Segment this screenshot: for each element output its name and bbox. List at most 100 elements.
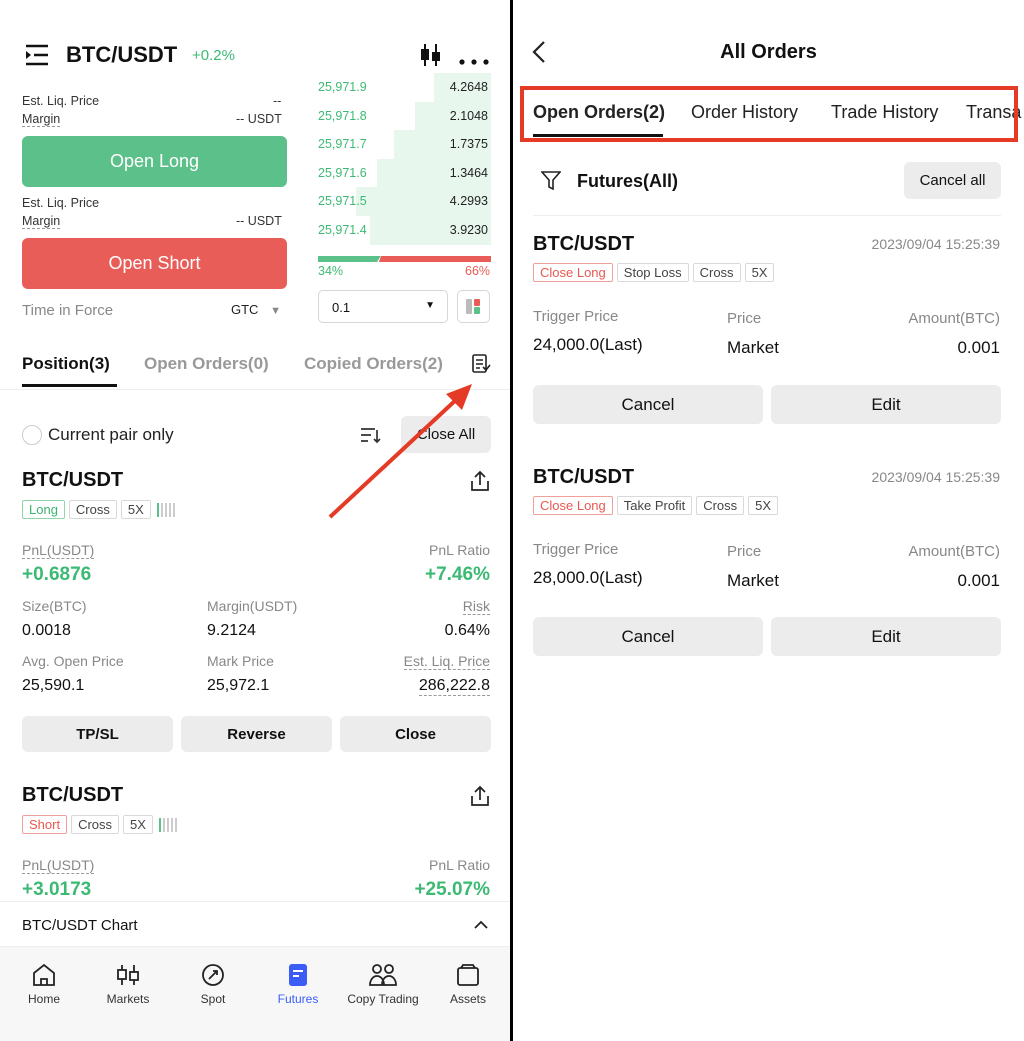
orderbook-quantity: 1.3464 (449, 165, 488, 180)
nav-futures[interactable]: Futures (263, 962, 333, 1006)
position-margin-label: Margin(USDT) (207, 598, 298, 614)
menu-icon[interactable] (24, 44, 50, 71)
price-label: Price (727, 543, 762, 560)
chart-bar[interactable]: BTC/USDT Chart (0, 901, 510, 947)
precision-select[interactable]: 0.1 ▼ (318, 290, 448, 323)
tpsl-button[interactable]: TP/SL (22, 716, 173, 752)
orderbook-row[interactable]: 25,971.4 3.9230 (318, 216, 491, 245)
caret-down-icon: ▼ (425, 300, 435, 311)
avg-open-label: Avg. Open Price (22, 653, 124, 669)
leverage-tag: 5X (744, 263, 775, 282)
nav-copy-trading-label: Copy Trading (347, 992, 419, 1006)
nav-assets[interactable]: Assets (433, 962, 503, 1006)
mark-price-label: Mark Price (207, 653, 274, 669)
orderbook-price: 25,971.9 (318, 80, 367, 94)
amount-value: 0.001 (957, 571, 1000, 590)
pnl-label: PnL(USDT) (22, 857, 95, 874)
size-value: 0.0018 (22, 622, 71, 639)
position-pair: BTC/USDT (22, 784, 124, 806)
tab-active-indicator (22, 384, 117, 387)
mark-price-value: 25,972.1 (207, 677, 270, 694)
price-value: Market (727, 571, 779, 590)
candlestick-icon[interactable] (420, 43, 442, 72)
chart-bar-label: BTC/USDT Chart (22, 917, 138, 934)
edit-order-button[interactable]: Edit (771, 617, 1001, 656)
cancel-order-button[interactable]: Cancel (533, 617, 763, 656)
long-margin-label: Margin (22, 112, 61, 127)
filter-icon[interactable] (540, 170, 562, 197)
long-margin-value: -- USDT (236, 112, 282, 126)
nav-home-label: Home (27, 992, 60, 1006)
orderbook-price: 25,971.5 (318, 194, 367, 209)
nav-spot-label: Spot (200, 992, 226, 1006)
short-liq-label: Est. Liq. Price (22, 196, 100, 210)
time-in-force-select[interactable]: GTC ▼ (231, 302, 281, 317)
risk-level-icon (158, 817, 177, 832)
pnl-ratio-label: PnL Ratio (429, 542, 490, 558)
nav-home[interactable]: Home (9, 962, 79, 1006)
size-label: Size(BTC) (22, 598, 87, 614)
margin-mode-tag: Cross (68, 500, 117, 519)
side-tag: Long (22, 500, 65, 519)
time-in-force-label: Time in Force (22, 302, 114, 319)
spot-icon (202, 964, 224, 986)
orderbook-row[interactable]: 25,971.6 1.3464 (318, 158, 491, 188)
trigger-price-value: 28,000.0(Last) (533, 568, 643, 587)
order-pair: BTC/USDT (533, 466, 635, 488)
short-margin-label: Margin (22, 214, 61, 229)
edit-order-button[interactable]: Edit (771, 385, 1001, 424)
current-pair-radio[interactable] (22, 425, 42, 445)
order-tags: Close Long Take Profit Cross 5X (533, 496, 782, 515)
home-icon (33, 963, 55, 986)
cancel-all-button[interactable]: Cancel all (904, 162, 1001, 199)
order-tags: Close Long Stop Loss Cross 5X (533, 263, 778, 282)
risk-value: 0.64% (444, 622, 490, 639)
all-orders-screen: All Orders Open Orders(2) Order History … (513, 0, 1024, 1041)
price-change: +0.2% (192, 47, 235, 64)
chevron-down-icon: ▼ (270, 305, 281, 317)
leverage-tag: 5X (120, 500, 151, 519)
position-margin-value: 9.2124 (207, 622, 256, 639)
orderbook-row[interactable]: 25,971.5 4.2993 (318, 187, 491, 217)
filter-label[interactable]: Futures(All) (577, 171, 678, 192)
pnl-ratio-label: PnL Ratio (429, 857, 490, 873)
reverse-button[interactable]: Reverse (181, 716, 332, 752)
orderbook-price: 25,971.8 (318, 108, 367, 123)
trigger-type-tag: Take Profit (616, 496, 693, 515)
risk-label: Risk (462, 598, 490, 615)
open-short-button[interactable]: Open Short (22, 238, 287, 289)
price-value: Market (727, 338, 779, 357)
book-layout-button[interactable] (457, 290, 490, 323)
nav-copy-trading[interactable]: Copy Trading (345, 962, 421, 1006)
order-pair: BTC/USDT (533, 233, 635, 255)
orderbook-row[interactable]: 25,971.8 2.1048 (318, 101, 491, 131)
current-pair-label[interactable]: Current pair only (48, 425, 174, 445)
copy-trading-icon (369, 964, 397, 986)
tab-position[interactable]: Position(3) (22, 354, 117, 387)
nav-markets[interactable]: Markets (93, 962, 163, 1006)
close-position-button[interactable]: Close (340, 716, 491, 752)
cancel-order-button[interactable]: Cancel (533, 385, 763, 424)
trigger-type-tag: Stop Loss (616, 263, 689, 282)
long-liq-label: Est. Liq. Price (22, 94, 100, 108)
tab-open-orders[interactable]: Open Orders(0) (144, 354, 269, 374)
markets-icon (117, 965, 139, 985)
more-icon[interactable] (459, 52, 489, 70)
orderbook-row[interactable]: 25,971.9 4.2648 (318, 73, 491, 102)
futures-screen: BTC/USDT +0.2% Est. Liq. Price -- Margin… (0, 0, 510, 1041)
long-liq-value: -- (273, 94, 282, 108)
nav-spot[interactable]: Spot (178, 962, 248, 1006)
amount-value: 0.001 (957, 338, 1000, 357)
orderbook-price: 25,971.4 (318, 223, 367, 237)
pair-title[interactable]: BTC/USDT (66, 42, 177, 68)
avg-open-value: 25,590.1 (22, 677, 85, 694)
filter-divider (533, 215, 1001, 216)
share-icon[interactable] (470, 785, 490, 812)
position-pair: BTC/USDT (22, 469, 124, 491)
amount-label: Amount(BTC) (908, 310, 1000, 327)
nav-assets-label: Assets (449, 992, 486, 1006)
orderbook-row[interactable]: 25,971.7 1.7375 (318, 130, 491, 160)
open-long-button[interactable]: Open Long (22, 136, 287, 187)
time-in-force-value: GTC (231, 302, 259, 317)
nav-futures-label: Futures (277, 992, 319, 1006)
